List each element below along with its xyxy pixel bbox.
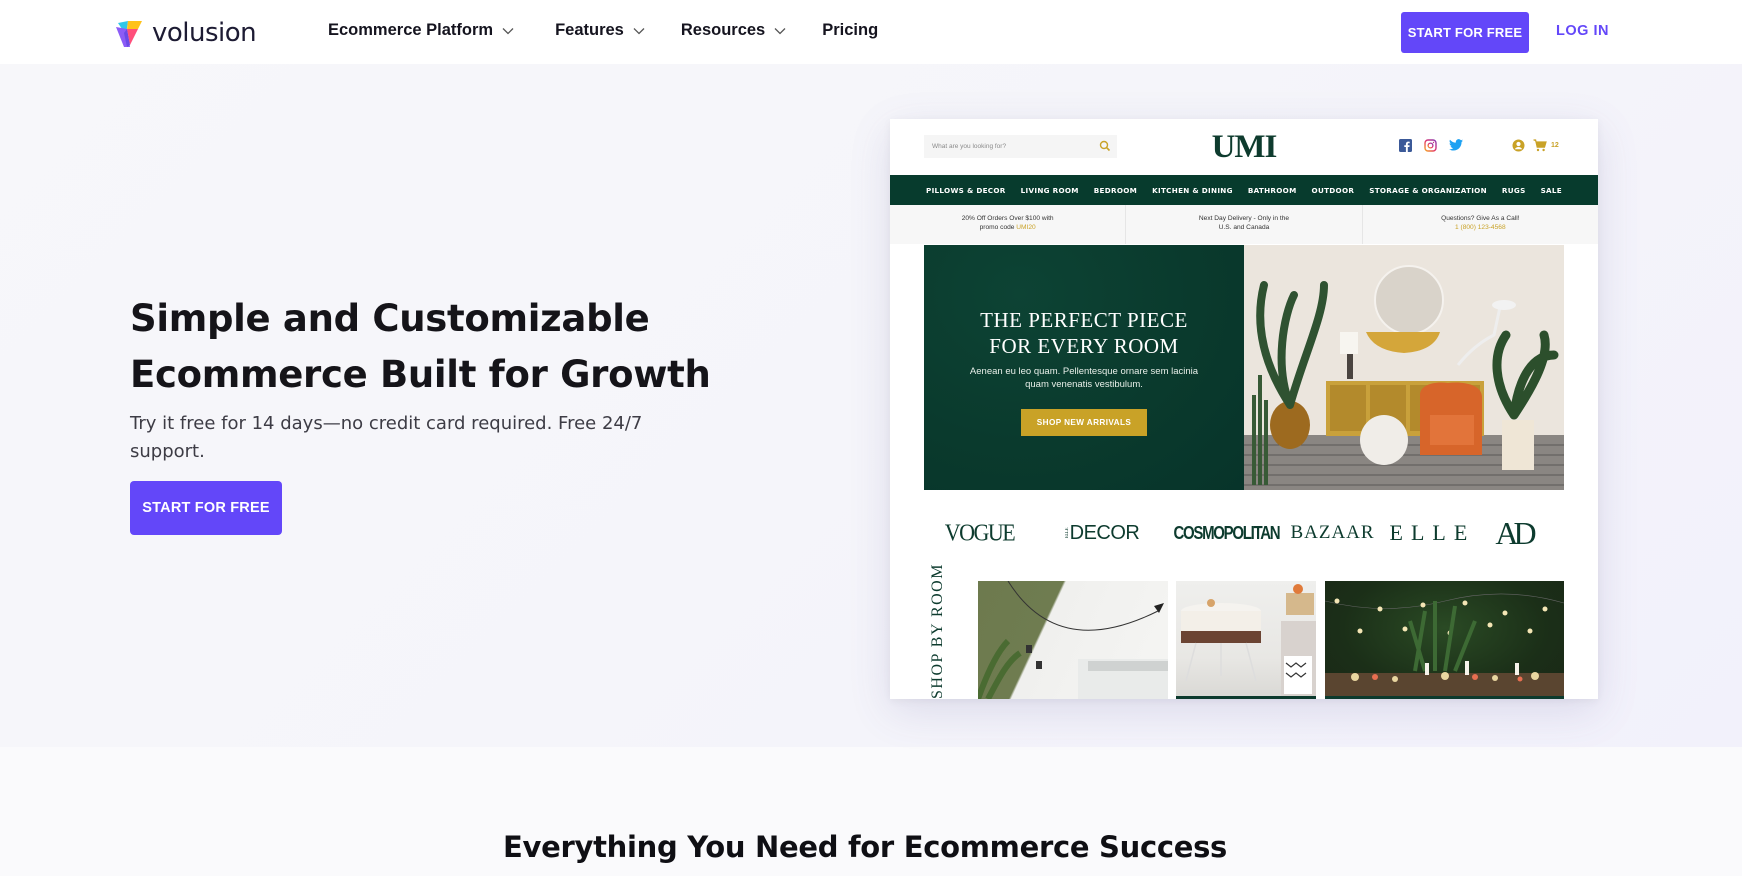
mockup-search-input: What are you looking for? <box>924 135 1117 158</box>
promo-text: promo code <box>979 223 1017 231</box>
volusion-logo-icon <box>116 21 142 47</box>
mockup-nav-item: RUGS <box>1501 185 1526 195</box>
chevron-down-icon <box>502 27 514 34</box>
hero-subtitle: Try it free for 14 days—no credit card r… <box>130 413 643 462</box>
instagram-icon <box>1424 139 1437 152</box>
press-logos: VOGUE ELLEDECOR COSMOPOLITAN BAZAAR ELLE… <box>890 513 1598 553</box>
shop-new-arrivals-button: SHOP NEW ARRIVALS <box>1021 409 1147 436</box>
promo-text: Questions? Give As a Call! <box>1441 215 1520 222</box>
nursery-illustration <box>1181 584 1316 699</box>
mockup-search-placeholder: What are you looking for? <box>932 143 1007 150</box>
hero-title-line1: Simple and Customizable <box>130 297 650 340</box>
volusion-logo[interactable]: volusion <box>114 17 257 49</box>
nav-ecommerce-platform[interactable]: Ecommerce Platform <box>328 21 514 40</box>
promo-phone: 1 (800) 123-4568 <box>1455 223 1506 231</box>
promo-text: U.S. and Canada <box>1218 223 1270 231</box>
room-photo-outdoor <box>1325 581 1564 699</box>
cart-count: 12 <box>1551 142 1559 149</box>
store-preview-mockup: What are you looking for? UMI 12 PILLOWS… <box>890 119 1598 699</box>
mockup-account-cart: 12 <box>1512 139 1559 152</box>
banner-title-line1: THE PERFECT PIECE <box>980 308 1188 332</box>
nav-label: Pricing <box>822 21 879 39</box>
chevron-down-icon <box>633 27 645 34</box>
header-start-free-button[interactable]: START FOR FREE <box>1401 12 1529 53</box>
mockup-nav-item: LIVING ROOM <box>1020 185 1079 195</box>
main-nav: Ecommerce Platform Features Resources Pr… <box>328 21 914 40</box>
nav-label: Ecommerce Platform <box>328 21 494 39</box>
facebook-icon <box>1399 139 1412 152</box>
nav-label: Features <box>555 21 624 39</box>
press-logo-elle-decor: ELLEDECOR <box>1045 522 1160 545</box>
promo-item: Questions? Give As a Call! 1 (800) 123-4… <box>1363 205 1598 244</box>
press-logo-bazaar: BAZAAR <box>1290 522 1375 543</box>
site-header: volusion Ecommerce Platform Features Res… <box>0 0 1742 64</box>
hero-title-line2: Ecommerce Built for Growth <box>130 353 711 396</box>
promo-text: Next Day Delivery - Only in the <box>1198 215 1290 222</box>
shop-by-room-text: SHOP BY ROOM <box>929 563 946 699</box>
outdoor-illustration <box>1325 593 1564 699</box>
nav-label: Resources <box>680 21 766 39</box>
room-strip <box>1176 696 1316 699</box>
hero-section: Simple and Customizable Ecommerce Built … <box>0 64 1742 747</box>
mockup-nav-item: OUTDOOR <box>1311 185 1355 195</box>
banner-title-line2: FOR EVERY ROOM <box>989 334 1179 358</box>
room-strip <box>1325 696 1564 699</box>
mockup-category-nav: PILLOWS & DECOR LIVING ROOM BEDROOM KITC… <box>890 175 1598 205</box>
login-link[interactable]: LOG IN <box>1556 23 1609 39</box>
promo-item: Next Day Delivery - Only in the U.S. and… <box>1126 205 1363 244</box>
shop-by-room-label: SHOP BY ROOM <box>929 563 946 699</box>
mockup-nav-item: KITCHEN & DINING <box>1152 185 1233 195</box>
press-logo-decor: DECOR <box>1069 521 1140 544</box>
banner-title: THE PERFECT PIECE FOR EVERY ROOM <box>924 307 1244 359</box>
promo-text: 20% Off Orders Over $100 with <box>961 215 1054 222</box>
nav-pricing[interactable]: Pricing <box>822 21 878 40</box>
mockup-nav-item: BEDROOM <box>1093 185 1138 195</box>
press-logo-elle-prefix: ELLE <box>1064 528 1070 539</box>
twitter-icon <box>1449 139 1463 151</box>
nav-resources[interactable]: Resources <box>681 21 786 40</box>
hero-start-free-button[interactable]: START FOR FREE <box>130 481 282 535</box>
room-photo-nursery <box>1176 581 1316 699</box>
press-logo-cosmopolitan: COSMOPOLITAN <box>1173 522 1281 544</box>
chevron-down-icon <box>774 27 786 34</box>
promo-item: 20% Off Orders Over $100 with promo code… <box>890 205 1127 244</box>
mockup-social-icons <box>1399 139 1463 152</box>
features-section-title: Everything You Need for Ecommerce Succes… <box>502 830 1228 864</box>
room-illustration <box>978 581 1168 699</box>
banner-text: Aenean eu leo quam. Pellentesque ornare … <box>969 366 1199 390</box>
mockup-nav-item: STORAGE & ORGANIZATION <box>1369 185 1487 195</box>
mockup-nav-item: SALE <box>1540 185 1562 195</box>
search-icon <box>1099 140 1111 152</box>
logo-text: volusion <box>152 18 257 48</box>
hero-title: Simple and Customizable Ecommerce Built … <box>130 291 750 403</box>
user-account-icon <box>1512 139 1525 152</box>
mockup-nav-item: BATHROOM <box>1247 185 1297 195</box>
room-strip <box>978 696 1168 699</box>
mockup-banner: THE PERFECT PIECE FOR EVERY ROOM Aenean … <box>924 245 1244 490</box>
mockup-topbar: What are you looking for? UMI 12 <box>890 119 1598 175</box>
living-room-photo <box>1244 245 1564 490</box>
mockup-promo-bar: 20% Off Orders Over $100 with promo code… <box>890 205 1598 244</box>
press-logo-vogue: VOGUE <box>944 518 1016 547</box>
shopping-cart-icon <box>1533 139 1547 152</box>
nav-features[interactable]: Features <box>555 21 645 40</box>
press-logo-ad: AD <box>1495 514 1536 551</box>
press-logo-elle: ELLE <box>1389 520 1476 545</box>
living-room-illustration <box>1244 245 1564 490</box>
room-photo-living <box>978 581 1168 699</box>
mockup-nav-item: PILLOWS & DECOR <box>926 185 1006 195</box>
promo-code: UMI20 <box>1016 223 1036 231</box>
